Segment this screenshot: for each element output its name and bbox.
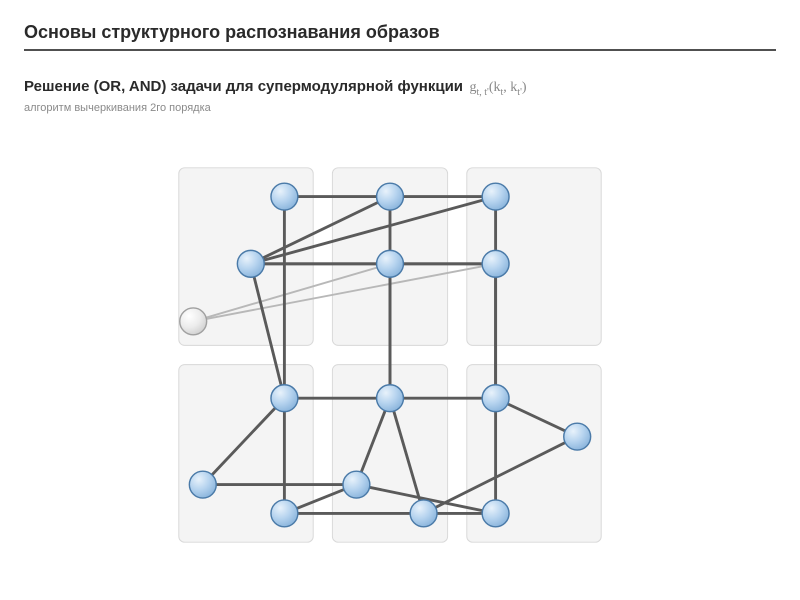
graph-node <box>482 250 509 277</box>
graph-svg <box>150 140 630 570</box>
graph-node <box>410 500 437 527</box>
graph-node <box>271 183 298 210</box>
graph-node <box>237 250 264 277</box>
section-heading: Решение (OR, AND) задачи для супермодуля… <box>24 78 463 95</box>
graph-node <box>377 250 404 277</box>
graph-node <box>377 385 404 412</box>
graph-node <box>271 500 298 527</box>
graph-node <box>271 385 298 412</box>
graph-node <box>343 471 370 498</box>
page-title: Основы структурного распознавания образо… <box>24 22 776 43</box>
graph-node <box>482 183 509 210</box>
graph-node <box>564 423 591 450</box>
subheading-block: Решение (OR, AND) задачи для супермодуля… <box>24 78 776 114</box>
graph-node <box>482 385 509 412</box>
graph-diagram <box>150 140 630 570</box>
graph-node <box>189 471 216 498</box>
graph-node <box>377 183 404 210</box>
section-subtitle: алгоритм вычеркивания 2го порядка <box>24 102 776 114</box>
graph-node <box>180 308 207 335</box>
formula-text: gt, t'(kt, kt') <box>469 80 526 95</box>
graph-node <box>482 500 509 527</box>
page-header: Основы структурного распознавания образо… <box>24 22 776 51</box>
